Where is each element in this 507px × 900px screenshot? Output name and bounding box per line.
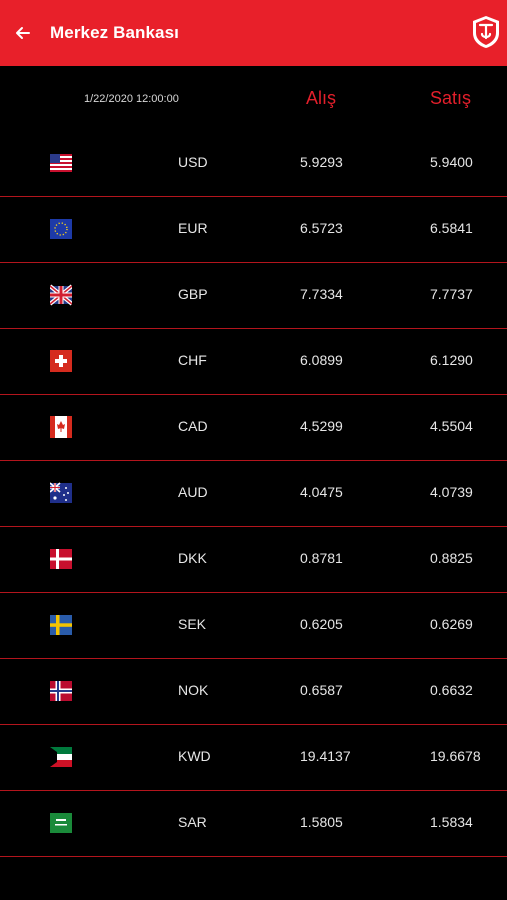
table-row[interactable]: EUR 6.5723 6.5841 [0,197,507,263]
app-bar: Merkez Bankası [0,0,507,66]
currency-code: KWD [178,748,211,764]
column-header-sell: Satış [430,88,472,108]
sek-flag-icon [50,615,72,635]
sell-rate: 5.9400 [430,154,473,170]
currency-code: NOK [178,682,209,698]
sell-rate: 4.0739 [430,484,473,500]
eur-flag-icon [50,219,72,239]
kwd-flag-icon [50,747,72,767]
currency-code: CAD [178,418,208,434]
currency-code: CHF [178,352,207,368]
currency-code: GBP [178,286,208,302]
table-row[interactable]: NOK 0.6587 0.6632 [0,659,507,725]
sell-rate: 0.6632 [430,682,473,698]
table-header: 1/22/2020 12:00:00 Alış Satış [0,66,507,130]
sell-rate: 4.5504 [430,418,473,434]
sell-rate: 6.5841 [430,220,473,236]
currency-code: EUR [178,220,208,236]
currency-code: USD [178,154,208,170]
sell-rate: 19.6678 [430,748,481,764]
usd-flag-icon [50,154,72,172]
table-row[interactable]: SEK 0.6205 0.6269 [0,593,507,659]
back-arrow-icon[interactable] [12,23,32,43]
buy-rate: 0.6587 [300,682,343,698]
page-title: Merkez Bankası [50,23,179,42]
currency-code: DKK [178,550,207,566]
currency-code: AUD [178,484,208,500]
table-row[interactable]: KWD 19.4137 19.6678 [0,725,507,791]
brand-logo-icon[interactable] [471,15,501,49]
table-row[interactable]: USD 5.9293 5.9400 [0,131,507,197]
sell-rate: 1.5834 [430,814,473,830]
cad-flag-icon [50,416,72,438]
aud-flag-icon [50,482,72,503]
currency-code: SAR [178,814,207,830]
buy-rate: 7.7334 [300,286,343,302]
sell-rate: 6.1290 [430,352,473,368]
gbp-flag-icon [50,284,72,306]
table-row[interactable]: AUD 4.0475 4.0739 [0,461,507,527]
table-row[interactable]: CAD 4.5299 4.5504 [0,395,507,461]
sell-rate: 0.8825 [430,550,473,566]
currency-list: USD 5.9293 5.9400 EUR 6.5723 6.5841 GBP … [0,131,507,857]
table-row[interactable]: DKK 0.8781 0.8825 [0,527,507,593]
column-header-buy: Alış [306,88,337,108]
buy-rate: 19.4137 [300,748,351,764]
sell-rate: 0.6269 [430,616,473,632]
buy-rate: 0.6205 [300,616,343,632]
chf-flag-icon [50,350,72,372]
table-row[interactable]: SAR 1.5805 1.5834 [0,791,507,857]
currency-code: SEK [178,616,207,632]
buy-rate: 4.0475 [300,484,343,500]
buy-rate: 1.5805 [300,814,343,830]
dkk-flag-icon [50,549,72,569]
table-row[interactable]: CHF 6.0899 6.1290 [0,329,507,395]
buy-rate: 4.5299 [300,418,343,434]
buy-rate: 6.5723 [300,220,343,236]
buy-rate: 6.0899 [300,352,343,368]
nok-flag-icon [50,681,72,701]
table-row[interactable]: GBP 7.7334 7.7737 [0,263,507,329]
sell-rate: 7.7737 [430,286,473,302]
buy-rate: 5.9293 [300,154,343,170]
buy-rate: 0.8781 [300,550,343,566]
sar-flag-icon [50,813,72,833]
update-timestamp: 1/22/2020 12:00:00 [84,93,179,105]
